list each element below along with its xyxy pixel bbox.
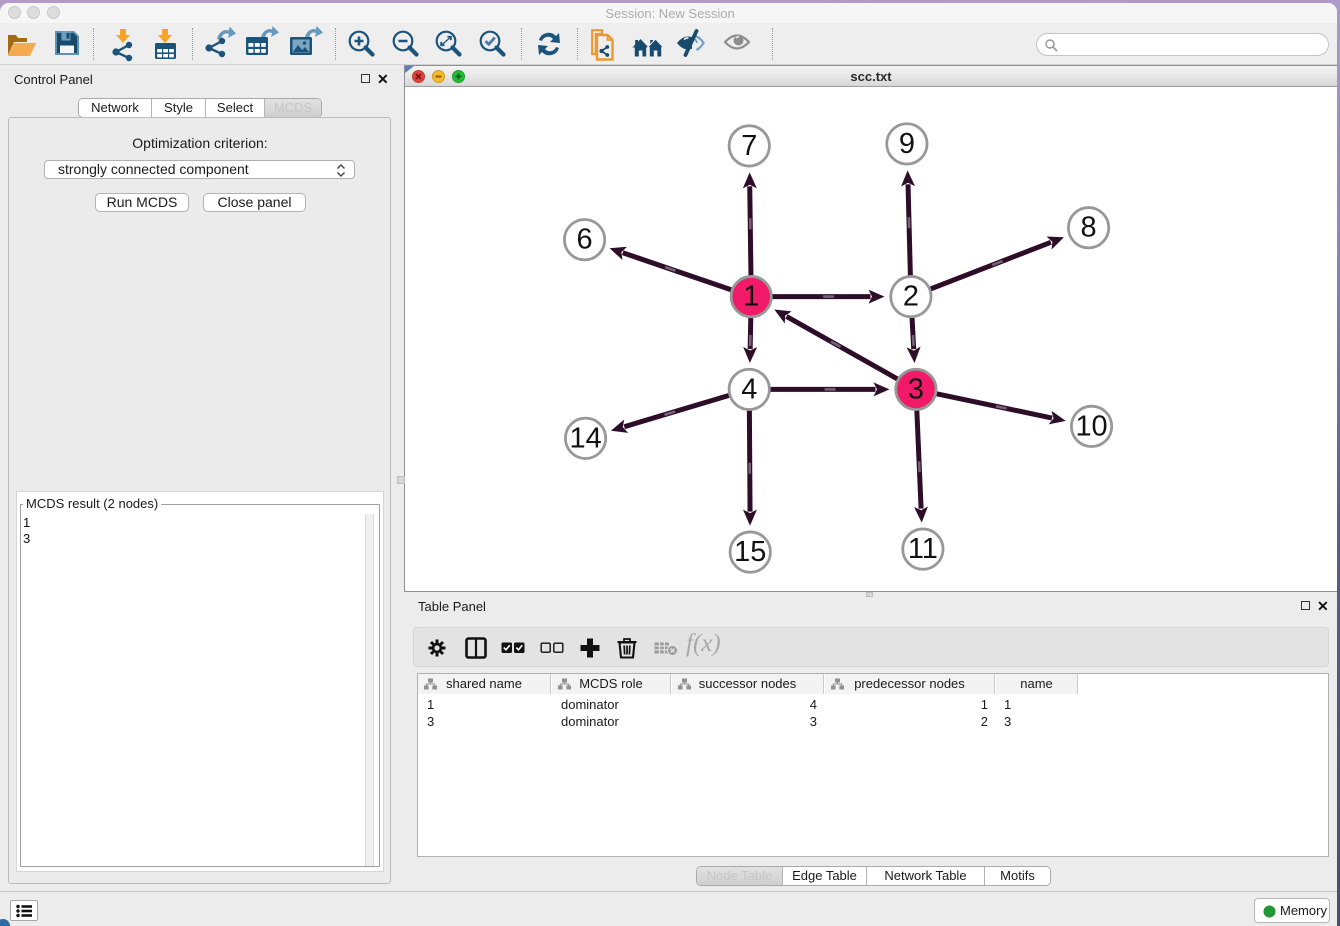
svg-text:8: 8 [1081,212,1097,244]
svg-text:10: 10 [1075,410,1107,442]
svg-text:3: 3 [908,373,924,405]
svg-text:6: 6 [577,224,593,256]
svg-text:15: 15 [734,536,766,568]
svg-text:7: 7 [741,130,757,162]
svg-text:14: 14 [569,422,601,454]
svg-text:1: 1 [743,281,759,313]
svg-text:4: 4 [741,373,757,405]
svg-text:9: 9 [899,128,915,160]
svg-text:2: 2 [903,281,919,313]
svg-text:11: 11 [908,533,938,565]
